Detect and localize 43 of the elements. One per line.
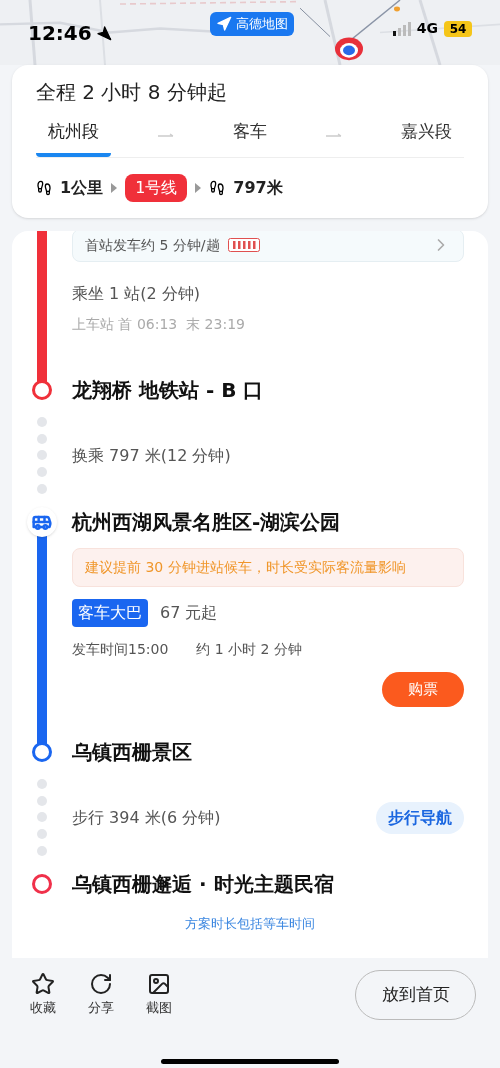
app-badge[interactable]: 高德地图 — [210, 12, 295, 36]
segment-tab[interactable]: 嘉兴段 — [389, 115, 464, 157]
walk-info: 步行 394 米(6 分钟) — [72, 806, 221, 829]
line-badge: 1号线 — [125, 173, 188, 202]
image-icon — [147, 971, 171, 996]
station-name: 乌镇西栅景区 — [72, 738, 192, 766]
segment-tab[interactable]: 客车 — [221, 115, 279, 157]
clock: 12:46 — [28, 20, 92, 47]
caret-icon — [111, 182, 118, 193]
trip-duration: 全程 2 小时 8 分钟起 — [36, 79, 228, 106]
coach-badge: 客车大巴 — [72, 598, 148, 627]
transfer-info: 换乘 797 米(12 分钟) — [72, 444, 231, 467]
station-name: 杭州西湖风景名胜区-湖滨公园 — [72, 508, 341, 536]
duration-note: 方案时长包括等车时间 — [185, 914, 315, 933]
travel-duration: 约 1 小时 2 分钟 — [196, 639, 302, 659]
toolbar-button[interactable]: 分享 — [82, 971, 120, 1018]
toolbar-button[interactable]: 收藏 — [24, 971, 62, 1018]
price: 67 元起 — [160, 601, 218, 624]
toolbar-button[interactable]: 截图 — [140, 971, 178, 1018]
walk-navigation-button[interactable]: 步行导航 — [376, 801, 464, 834]
star-icon — [31, 971, 55, 996]
crowd-icon — [227, 238, 260, 252]
schedule: 上车站 首 06:13 末 23:19 — [72, 314, 245, 334]
arrow-icon — [216, 15, 233, 32]
segment-tab[interactable]: 杭州段 — [36, 115, 111, 157]
app-name: 高德地图 — [236, 15, 289, 33]
frequency-bar[interactable]: 首站发车约 5 分钟/趟 — [72, 230, 464, 262]
notice-banner: 建议提前 30 分钟进站候车，时长受实际客流量影响 — [72, 547, 464, 587]
walk-distance: 1公里 — [60, 176, 104, 199]
signal-icon — [392, 21, 411, 36]
ride-info: 乘坐 1 站(2 分钟) — [72, 282, 202, 305]
home-button[interactable]: 放到首页 — [355, 969, 476, 1020]
frequency-text: 首站发车约 5 分钟/趟 — [85, 235, 220, 255]
arrow-icon — [326, 132, 342, 139]
network-type: 4G — [416, 19, 438, 38]
departure-time: 发车时间15:00 — [72, 639, 169, 659]
caret-icon — [195, 182, 202, 193]
station-name: 龙翔桥 地铁站 - B 口 — [72, 376, 264, 404]
share-icon — [89, 971, 113, 996]
arrow-icon — [158, 132, 174, 139]
station-name: 乌镇西栅邂逅 · 时光主题民宿 — [72, 870, 334, 898]
location-arrow-icon — [95, 25, 112, 41]
walk-distance: 797米 — [233, 176, 283, 199]
